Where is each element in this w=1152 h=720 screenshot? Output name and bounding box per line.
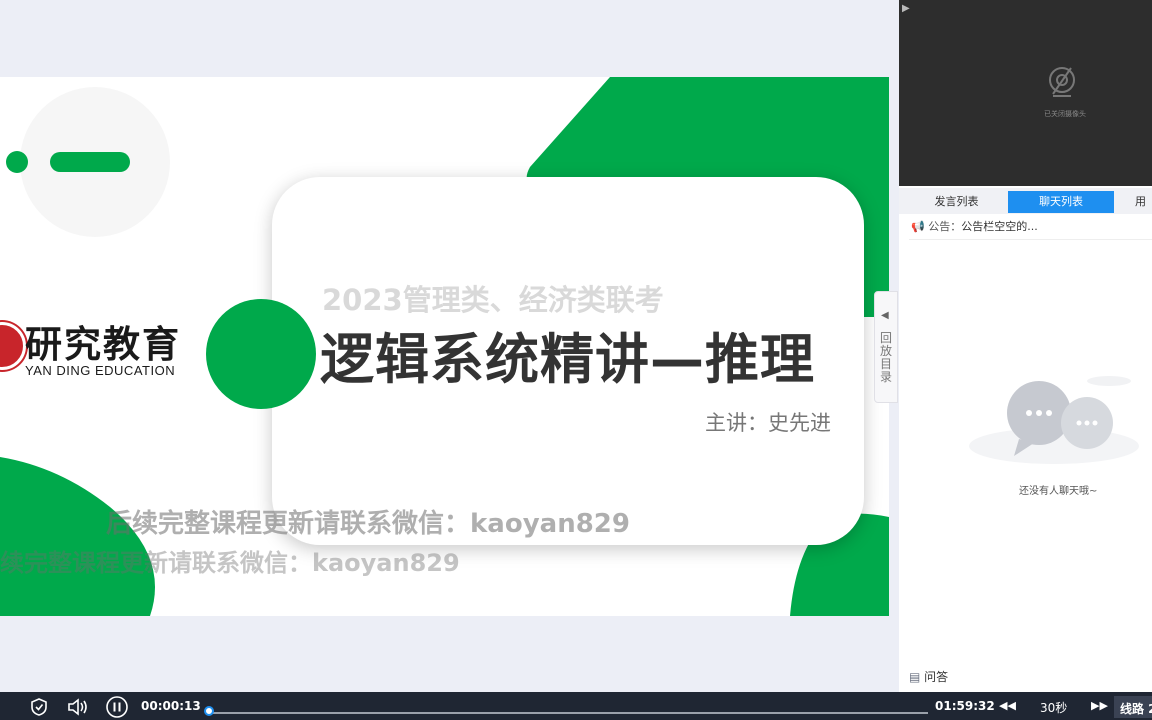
- current-time: 00:00:13: [141, 699, 201, 713]
- chat-panel: 发言列表 聊天列表 用户 📢 公告：公告栏空空的... 还没有人聊天哦~ ▤ 问…: [899, 186, 1152, 692]
- decorative-green-dot: [6, 151, 28, 173]
- rewind-icon[interactable]: ◀◀: [999, 699, 1016, 712]
- shield-icon[interactable]: [30, 698, 48, 716]
- tab-users[interactable]: 用户: [1121, 191, 1152, 213]
- chevron-left-icon: ◀: [881, 310, 889, 321]
- pause-icon[interactable]: [105, 696, 129, 718]
- seal-icon: [0, 322, 26, 370]
- notice-text: 公告栏空空的...: [961, 220, 1038, 233]
- slide-canvas: 2023管理类、经济类联考 逻辑系统精讲—推理 主讲：史先进 研究教育 YAN …: [0, 77, 889, 616]
- skip-interval: 30秒: [1040, 701, 1068, 715]
- volume-icon[interactable]: [67, 698, 89, 716]
- qa-label: 问答: [924, 670, 949, 684]
- megaphone-icon: 📢: [911, 220, 925, 233]
- notice-bar: 📢 公告：公告栏空空的...: [911, 218, 1038, 234]
- tab-chat-list[interactable]: 聊天列表: [1008, 191, 1114, 213]
- camera-status-text: 已关闭摄像头: [1044, 110, 1086, 118]
- logo-chinese-name: 研究教育: [25, 322, 181, 366]
- decorative-green-circle: [206, 299, 316, 409]
- divider: [909, 239, 1152, 240]
- line-select-button[interactable]: 线路 2: [1114, 696, 1152, 718]
- camera-video-area: ▶: [899, 0, 1152, 186]
- decorative-green-pill: [50, 152, 130, 172]
- watermark-text-secondary: 续完整课程更新请联系微信：kaoyan829: [0, 549, 460, 577]
- empty-chat-illustration: [969, 376, 1139, 464]
- playback-outline-tab[interactable]: ◀ 回放目录: [874, 291, 898, 403]
- camera-off-icon: [1049, 67, 1075, 97]
- notice-label: 公告：: [928, 220, 962, 233]
- total-time: 01:59:32: [935, 699, 995, 713]
- logo-english-name: YAN DING EDUCATION: [25, 363, 176, 378]
- line-select-label: 线路 2: [1120, 702, 1152, 716]
- slide-title: 逻辑系统精讲—推理: [320, 328, 815, 391]
- slide-subtitle: 2023管理类、经济类联考: [322, 283, 664, 317]
- expand-arrow-icon[interactable]: ▶: [902, 3, 910, 14]
- qa-button[interactable]: ▤ 问答: [909, 668, 948, 685]
- panel-tabs: 发言列表 聊天列表 用户: [899, 188, 1152, 214]
- qa-icon: ▤: [909, 670, 921, 684]
- fast-forward-icon[interactable]: ▶▶: [1091, 699, 1108, 712]
- empty-chat-text: 还没有人聊天哦~: [1019, 486, 1098, 497]
- playback-outline-label: 回放目录: [879, 331, 892, 384]
- slide-speaker: 主讲：史先进: [705, 411, 831, 435]
- player-control-bar: 00:00:13 01:59:32 ◀◀ 30秒 ▶▶: [0, 692, 1152, 720]
- tab-speech-list[interactable]: 发言列表: [909, 191, 1004, 213]
- watermark-text: 后续完整课程更新请联系微信：kaoyan829: [106, 509, 630, 539]
- progress-track[interactable]: [208, 712, 928, 714]
